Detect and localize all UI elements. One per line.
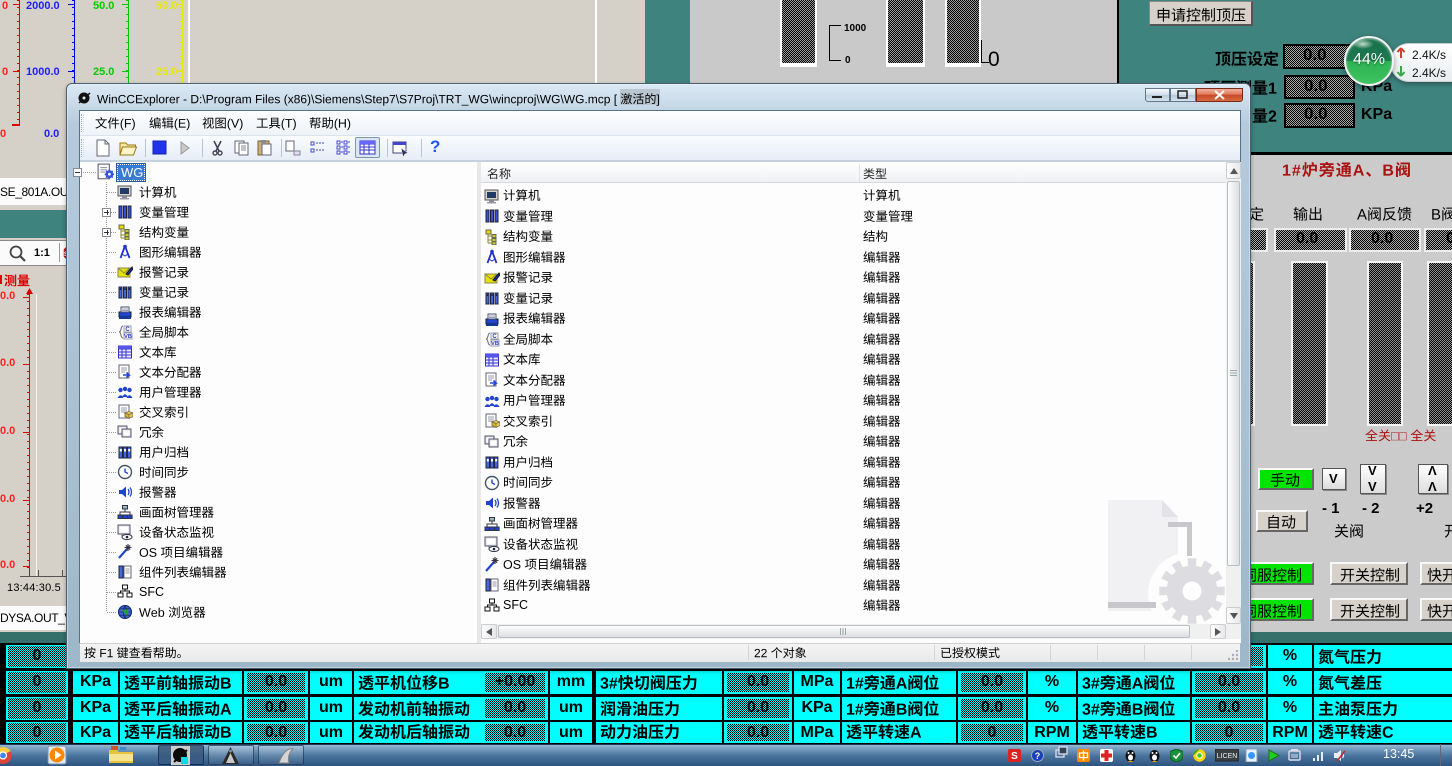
svg-text:S: S: [1011, 751, 1018, 762]
svg-text:?: ?: [1035, 751, 1041, 761]
svg-text:LICEN: LICEN: [1217, 753, 1238, 760]
